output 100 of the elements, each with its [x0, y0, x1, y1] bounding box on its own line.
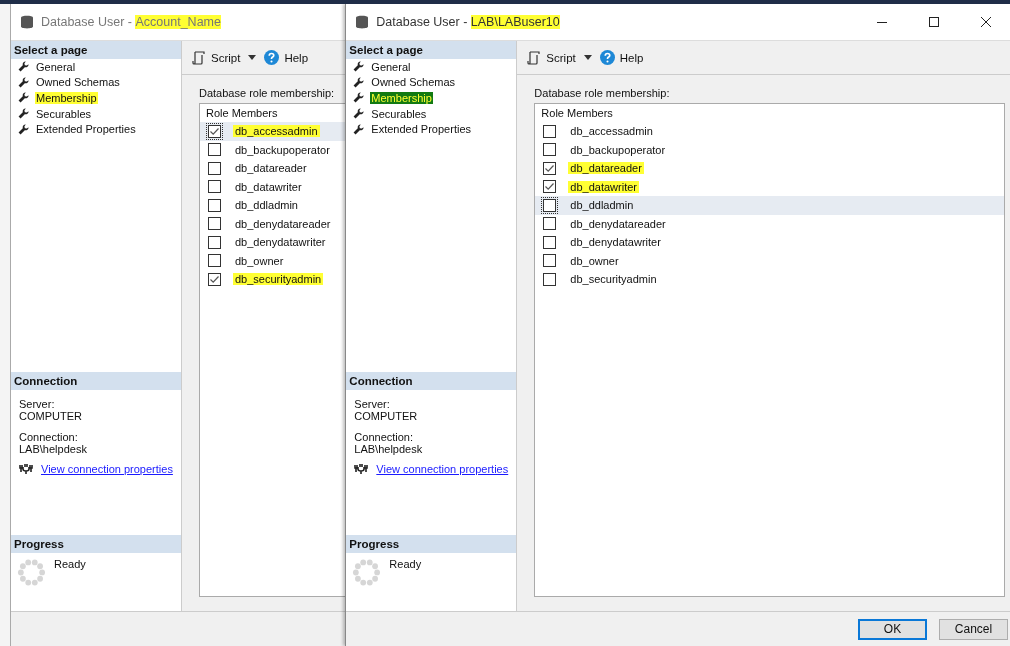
role-name: db_denydatawriter: [569, 236, 662, 249]
info-label: Connection:: [19, 431, 79, 443]
page-item[interactable]: Securables: [370, 107, 428, 120]
plug-icon: [19, 463, 33, 475]
plug-icon: [354, 463, 369, 475]
spinner-icon: [352, 558, 382, 587]
help-button[interactable]: Help: [262, 48, 311, 67]
close-icon[interactable]: [980, 16, 992, 28]
help-icon: [264, 50, 280, 65]
wrench-icon: [353, 76, 365, 88]
role-name: db_backupoperator: [569, 143, 667, 156]
checkbox[interactable]: [208, 198, 221, 212]
spinner-icon: [17, 558, 46, 587]
maximize-icon[interactable]: [928, 16, 940, 28]
field-label: Database role membership:: [199, 87, 336, 99]
checkbox[interactable]: [208, 254, 221, 268]
page-item[interactable]: Extended Properties: [35, 123, 137, 136]
page-item[interactable]: Membership: [35, 92, 98, 104]
window-title: Account_Name: [135, 15, 221, 29]
wrench-icon: [353, 92, 365, 104]
role-name: db_ddladmin: [569, 199, 635, 212]
checkbox[interactable]: [208, 124, 221, 138]
checkbox[interactable]: [208, 161, 221, 175]
page-item[interactable]: Owned Schemas: [35, 76, 121, 89]
script-icon: [527, 50, 542, 65]
role-name: db_owner: [234, 254, 285, 267]
column-header: Role Members: [205, 106, 279, 121]
checkbox[interactable]: [543, 235, 557, 249]
info-value: COMPUTER: [354, 410, 419, 422]
checkbox[interactable]: [543, 254, 557, 268]
info-label: Connection:: [354, 431, 415, 443]
checkbox[interactable]: [543, 143, 557, 157]
checkbox[interactable]: [543, 124, 557, 138]
page-item[interactable]: Extended Properties: [370, 123, 472, 136]
wrench-icon: [353, 108, 365, 120]
window-title: Database User -: [376, 15, 469, 29]
info-value: LAB\helpdesk: [354, 443, 424, 455]
role-name: db_owner: [569, 254, 620, 267]
connection-link[interactable]: View connection properties: [41, 463, 173, 475]
wrench-icon: [18, 61, 29, 73]
role-name: db_accessadmin: [233, 125, 320, 138]
page-item[interactable]: Securables: [35, 107, 93, 120]
wrench-icon: [18, 76, 29, 88]
window-title: LAB\LABuser10: [470, 15, 560, 29]
checkbox[interactable]: [208, 143, 221, 157]
info-label: Server:: [354, 398, 391, 410]
wrench-icon: [353, 123, 365, 135]
checkbox[interactable]: [208, 272, 221, 286]
progress-status: Ready: [389, 558, 422, 570]
script-button[interactable]: Script: [190, 48, 243, 67]
help-button[interactable]: Help: [597, 48, 646, 67]
role-name: db_backupoperator: [234, 143, 331, 156]
progress-status: Ready: [54, 558, 86, 570]
section-header: Connection: [11, 372, 181, 390]
page-item[interactable]: General: [370, 60, 412, 73]
role-name: db_datareader: [568, 162, 644, 175]
info-value: LAB\helpdesk: [19, 443, 88, 455]
wrench-icon: [18, 92, 29, 104]
role-name: db_denydatawriter: [234, 236, 327, 249]
field-label: Database role membership:: [534, 87, 671, 99]
section-header: Select a page: [346, 41, 517, 59]
role-name: db_accessadmin: [569, 125, 654, 138]
page-item[interactable]: General: [35, 60, 77, 73]
page-item[interactable]: Owned Schemas: [370, 76, 457, 89]
checkbox[interactable]: [208, 235, 221, 249]
checkbox[interactable]: [543, 161, 557, 175]
checkbox[interactable]: [543, 217, 557, 231]
dialog-button[interactable]: OK: [858, 618, 927, 640]
wrench-icon: [353, 61, 365, 73]
role-name: db_ddladmin: [234, 199, 299, 212]
database-icon: [21, 15, 33, 29]
dropdown-caret-icon[interactable]: [583, 55, 592, 60]
info-value: COMPUTER: [19, 410, 83, 422]
section-header: Connection: [346, 372, 517, 390]
section-header: Progress: [11, 535, 181, 553]
section-header: Select a page: [11, 41, 181, 59]
role-name: db_securityadmin: [569, 273, 658, 286]
script-button[interactable]: Script: [525, 48, 578, 67]
column-header: Role Members: [540, 106, 614, 121]
info-label: Server:: [19, 398, 56, 410]
role-name: db_datareader: [234, 162, 308, 175]
checkbox[interactable]: [208, 217, 221, 231]
checkbox[interactable]: [543, 198, 557, 212]
connection-link[interactable]: View connection properties: [376, 463, 509, 475]
page-item[interactable]: Membership: [370, 92, 433, 104]
wrench-icon: [18, 108, 29, 120]
role-name: db_datawriter: [568, 180, 639, 193]
role-name: db_denydatareader: [569, 217, 667, 230]
role-name: db_securityadmin: [233, 273, 324, 286]
wrench-icon: [18, 123, 29, 135]
window-title: Database User -: [41, 15, 133, 29]
role-name: db_datawriter: [234, 180, 303, 193]
checkbox[interactable]: [543, 272, 557, 286]
script-icon: [192, 50, 206, 65]
database-icon: [356, 15, 369, 29]
checkbox[interactable]: [208, 180, 221, 194]
dialog-button[interactable]: Cancel: [939, 618, 1008, 640]
dropdown-caret-icon[interactable]: [248, 55, 257, 60]
help-icon: [599, 50, 615, 65]
checkbox[interactable]: [543, 180, 557, 194]
